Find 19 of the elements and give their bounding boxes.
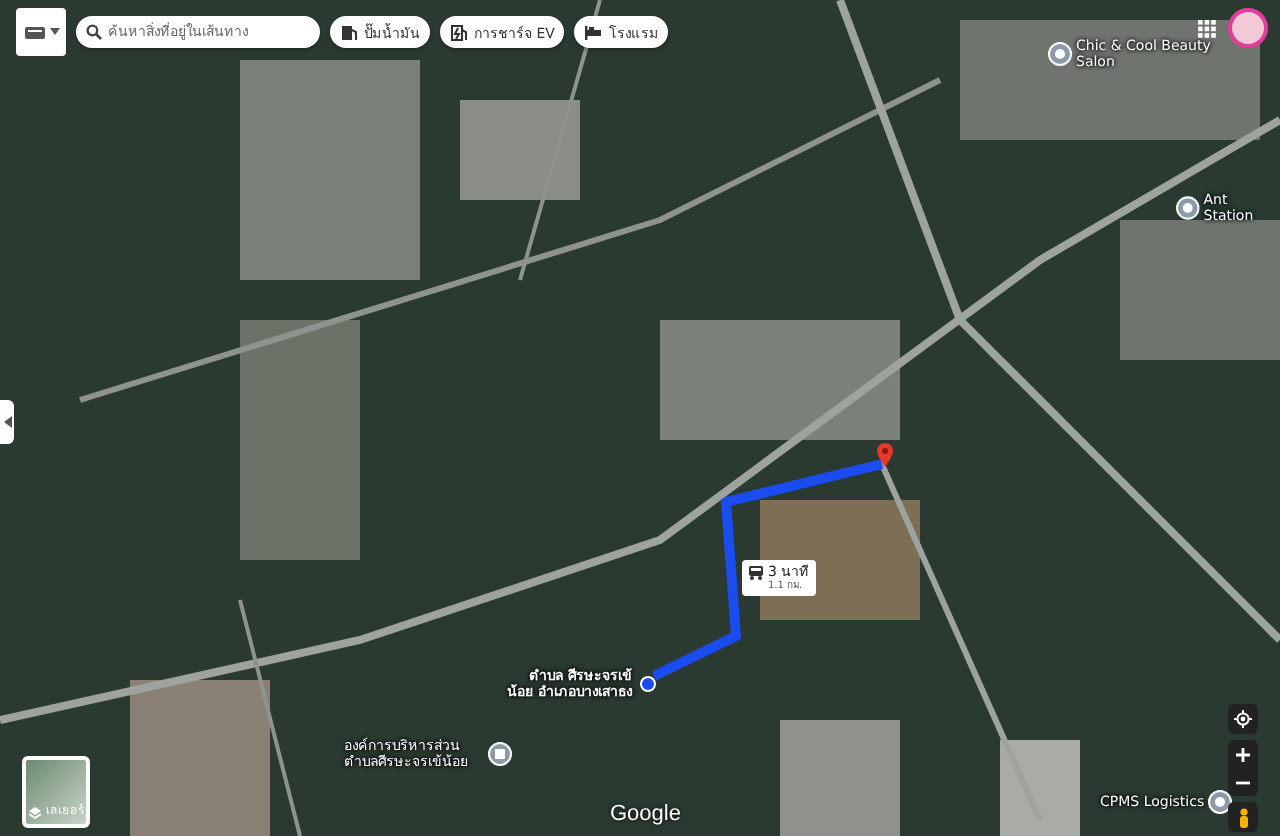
place-pin-icon <box>1176 196 1200 220</box>
keyboard-icon <box>23 25 45 39</box>
google-logo: Google <box>610 802 681 826</box>
my-location-button[interactable] <box>1228 704 1258 734</box>
layers-icon <box>28 806 42 820</box>
collapse-panel-button[interactable] <box>0 400 14 444</box>
charging-station-icon <box>450 23 468 41</box>
pegman-button[interactable] <box>1228 802 1258 832</box>
caret-icon <box>3 416 11 428</box>
location-target-icon <box>1234 710 1252 728</box>
fuel-pump-icon <box>340 23 358 41</box>
destination-pin-icon <box>876 442 894 468</box>
input-tools-button[interactable] <box>16 8 66 56</box>
apps-grid-icon <box>1198 20 1216 38</box>
start-point-icon <box>640 676 656 692</box>
person-icon <box>1237 807 1249 827</box>
bed-icon <box>584 23 603 41</box>
plus-icon <box>1236 747 1250 761</box>
caret-icon <box>49 28 59 36</box>
